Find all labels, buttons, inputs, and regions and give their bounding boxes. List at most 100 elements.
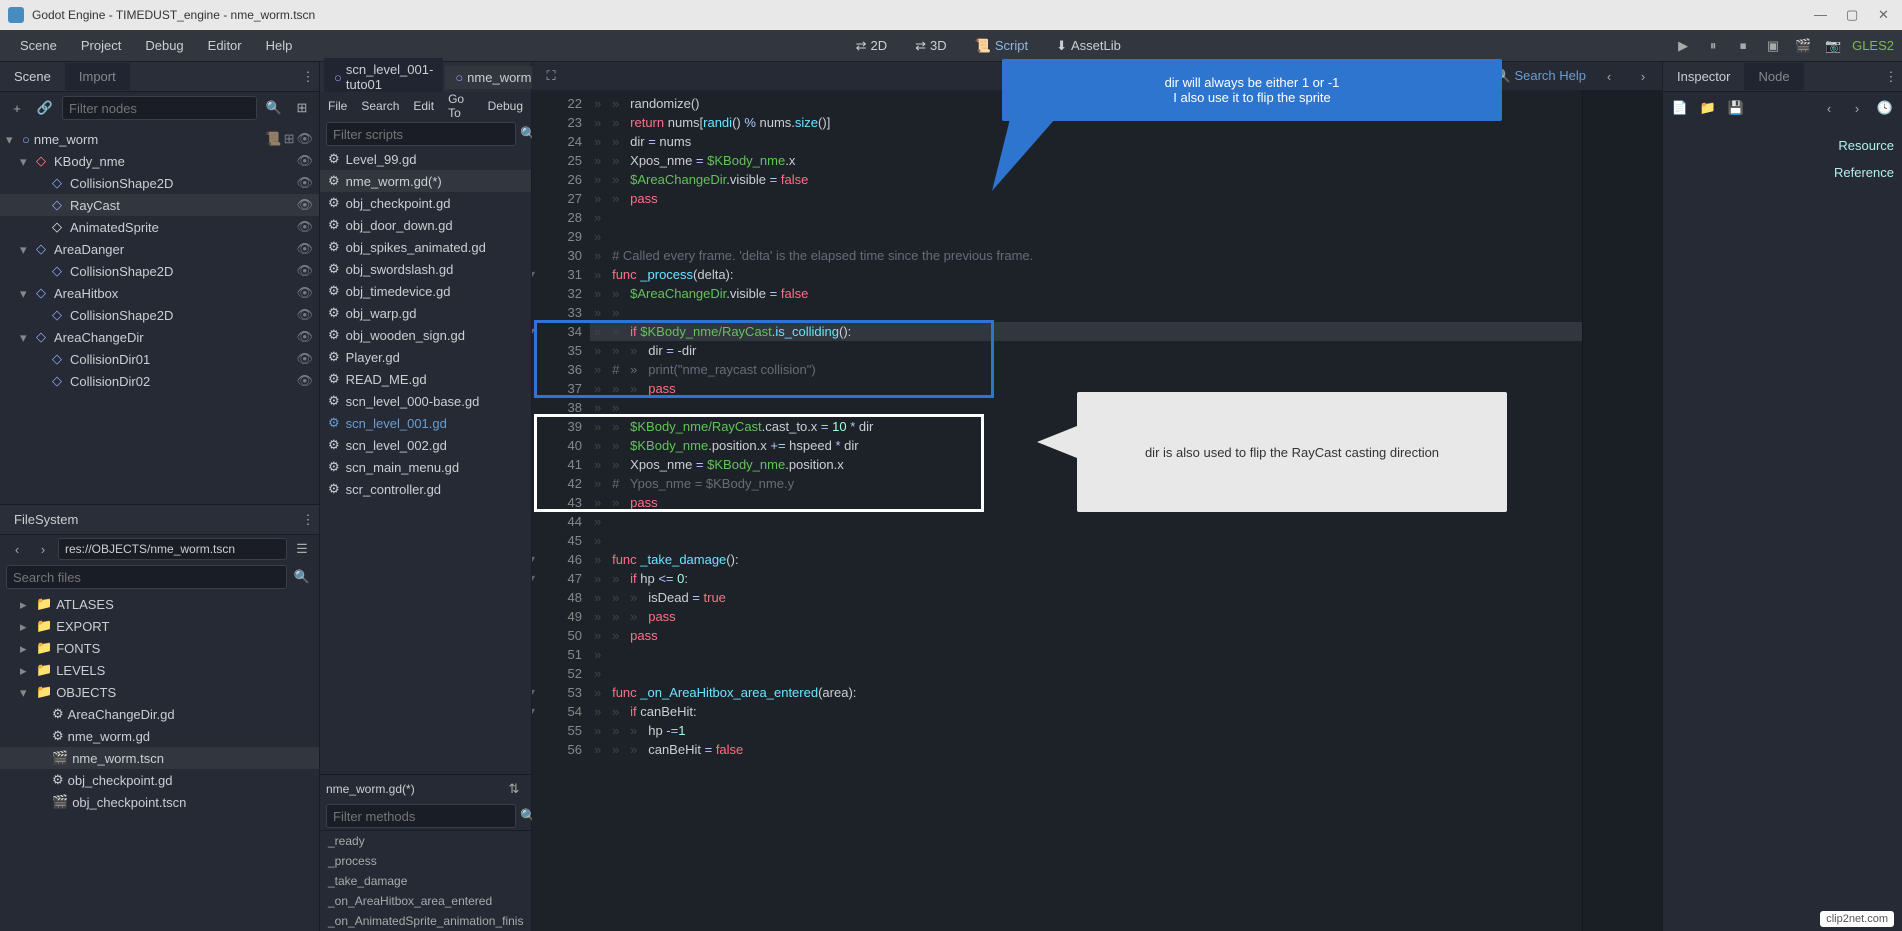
tree-node[interactable]: ▾◇AreaChangeDir👁 — [0, 326, 319, 348]
group-icon[interactable]: ⊞ — [284, 131, 295, 147]
script-list-item[interactable]: ⚙obj_wooden_sign.gd — [320, 324, 531, 346]
save-resource-icon[interactable]: 💾 — [1725, 97, 1747, 119]
expand-icon[interactable]: ⛶ — [540, 65, 562, 87]
fs-menu-icon[interactable]: ⋮ — [297, 509, 319, 531]
filesystem-tree[interactable]: ▸📁ATLASES▸📁EXPORT▸📁FONTS▸📁LEVELS▾📁OBJECT… — [0, 591, 319, 931]
filter-nodes-input[interactable] — [62, 96, 257, 120]
tree-node[interactable]: ◇CollisionDir02👁 — [0, 370, 319, 392]
script-menu-go-to[interactable]: Go To — [448, 92, 474, 120]
method-item[interactable]: _take_damage — [320, 871, 531, 891]
fs-item[interactable]: 🎬obj_checkpoint.tscn — [0, 791, 319, 813]
history-menu-icon[interactable]: 🕓 — [1874, 97, 1896, 119]
search-files-input[interactable] — [6, 565, 287, 589]
mode-2d[interactable]: ⇄ 2D — [846, 34, 898, 58]
inspector-menu-icon[interactable]: ⋮ — [1880, 66, 1902, 88]
new-resource-icon[interactable]: 📄 — [1669, 97, 1691, 119]
search-help-link[interactable]: 🔍 Search Help — [1495, 68, 1586, 84]
visibility-icon[interactable]: 👁 — [296, 241, 313, 257]
script-list-item[interactable]: ⚙scn_main_menu.gd — [320, 456, 531, 478]
render-button[interactable]: 📷 — [1822, 35, 1844, 57]
script-menu-file[interactable]: File — [328, 99, 347, 113]
tree-node[interactable]: ▾◇KBody_nme👁 — [0, 150, 319, 172]
forward-button[interactable]: › — [32, 538, 54, 560]
fs-item[interactable]: ⚙obj_checkpoint.gd — [0, 769, 319, 791]
fs-item[interactable]: ▸📁ATLASES — [0, 593, 319, 615]
script-list-item[interactable]: ⚙READ_ME.gd — [320, 368, 531, 390]
inspector-section-reference[interactable]: Reference — [1671, 159, 1894, 186]
maximize-button[interactable]: ▢ — [1846, 7, 1862, 23]
script-list-item[interactable]: ⚙Player.gd — [320, 346, 531, 368]
view-mode-icon[interactable]: ☰ — [291, 538, 313, 560]
filter-methods-input[interactable] — [326, 804, 516, 828]
script-menu-search[interactable]: Search — [361, 99, 399, 113]
visibility-icon[interactable]: 👁 — [296, 263, 313, 279]
visibility-icon[interactable]: 👁 — [296, 153, 313, 169]
mode-assetlib[interactable]: ⬇ AssetLib — [1046, 34, 1131, 58]
method-item[interactable]: _on_AreaHitbox_area_entered — [320, 891, 531, 911]
play-button[interactable]: ▶ — [1672, 35, 1694, 57]
visibility-icon[interactable]: 👁 — [296, 219, 313, 235]
visibility-icon[interactable]: 👁 — [296, 131, 313, 147]
visibility-icon[interactable]: 👁 — [296, 351, 313, 367]
link-button[interactable]: 🔗 — [34, 97, 56, 119]
scene-menu-icon[interactable]: ⋮ — [297, 66, 319, 88]
chevron-icon[interactable] — [36, 176, 50, 190]
chevron-icon[interactable]: ▾ — [20, 154, 34, 168]
chevron-icon[interactable] — [36, 264, 50, 278]
chevron-icon[interactable]: ▾ — [20, 242, 34, 256]
search-icon[interactable]: 🔍 — [263, 97, 285, 119]
search-icon[interactable]: 🔍 — [291, 566, 313, 588]
script-list-item[interactable]: ⚙obj_warp.gd — [320, 302, 531, 324]
tree-node[interactable]: ◇CollisionShape2D👁 — [0, 260, 319, 282]
scene-tree[interactable]: ▾ ○ nme_worm 📜 ⊞ 👁 ▾◇KBody_nme👁 ◇Collisio… — [0, 124, 319, 504]
script-list-item[interactable]: ⚙obj_door_down.gd — [320, 214, 531, 236]
fs-item[interactable]: 🎬nme_worm.tscn — [0, 747, 319, 769]
minimap[interactable] — [1582, 90, 1662, 931]
script-list-item[interactable]: ⚙Level_99.gd — [320, 148, 531, 170]
menu-project[interactable]: Project — [69, 34, 133, 57]
chevron-icon[interactable] — [36, 308, 50, 322]
minimize-button[interactable]: — — [1814, 7, 1830, 23]
tab-inspector[interactable]: Inspector — [1663, 63, 1744, 90]
mode-script[interactable]: 📜 Script — [965, 34, 1038, 58]
menu-debug[interactable]: Debug — [133, 34, 195, 57]
chevron-down-icon[interactable]: ▾ — [6, 132, 20, 146]
chevron-icon[interactable]: ▾ — [20, 286, 34, 300]
chevron-icon[interactable] — [36, 374, 50, 388]
script-list[interactable]: ⚙Level_99.gd⚙nme_worm.gd(*)⚙obj_checkpoi… — [320, 148, 531, 774]
method-item[interactable]: _process — [320, 851, 531, 871]
script-tab-0[interactable]: ○ scn_level_001-tuto01 — [324, 58, 443, 96]
script-menu-debug[interactable]: Debug — [488, 99, 523, 113]
visibility-icon[interactable]: 👁 — [296, 175, 313, 191]
visibility-icon[interactable]: 👁 — [296, 285, 313, 301]
tree-node[interactable]: ▾◇AreaDanger👁 — [0, 238, 319, 260]
tab-filesystem[interactable]: FileSystem — [0, 506, 92, 533]
menu-help[interactable]: Help — [254, 34, 305, 57]
visibility-icon[interactable]: 👁 — [296, 373, 313, 389]
script-list-item[interactable]: ⚙obj_swordslash.gd — [320, 258, 531, 280]
mode-3d[interactable]: ⇄ 3D — [905, 34, 957, 58]
prev-icon[interactable]: ‹ — [1598, 65, 1620, 87]
tree-root[interactable]: ▾ ○ nme_worm 📜 ⊞ 👁 — [0, 128, 319, 150]
gles-selector[interactable]: GLES2 — [1852, 38, 1894, 53]
script-icon[interactable]: 📜 — [265, 131, 281, 147]
chevron-icon[interactable] — [36, 220, 50, 234]
tab-scene[interactable]: Scene — [0, 63, 65, 90]
history-fwd-icon[interactable]: › — [1846, 97, 1868, 119]
chevron-icon[interactable] — [36, 352, 50, 366]
play-custom-button[interactable]: 🎬 — [1792, 35, 1814, 57]
script-menu-edit[interactable]: Edit — [413, 99, 434, 113]
tree-node[interactable]: ◇CollisionShape2D👁 — [0, 304, 319, 326]
fs-item[interactable]: ▸📁EXPORT — [0, 615, 319, 637]
fs-item[interactable]: ⚙nme_worm.gd — [0, 725, 319, 747]
back-button[interactable]: ‹ — [6, 538, 28, 560]
visibility-icon[interactable]: 👁 — [296, 329, 313, 345]
fs-item[interactable]: ▸📁LEVELS — [0, 659, 319, 681]
fs-item[interactable]: ▸📁FONTS — [0, 637, 319, 659]
sort-icon[interactable]: ⇅ — [503, 778, 525, 800]
chevron-icon[interactable] — [36, 198, 50, 212]
filter-scripts-input[interactable] — [326, 122, 516, 146]
chevron-icon[interactable]: ▾ — [20, 330, 34, 344]
visibility-icon[interactable]: 👁 — [296, 307, 313, 323]
collapse-icon[interactable]: ⊞ — [291, 97, 313, 119]
